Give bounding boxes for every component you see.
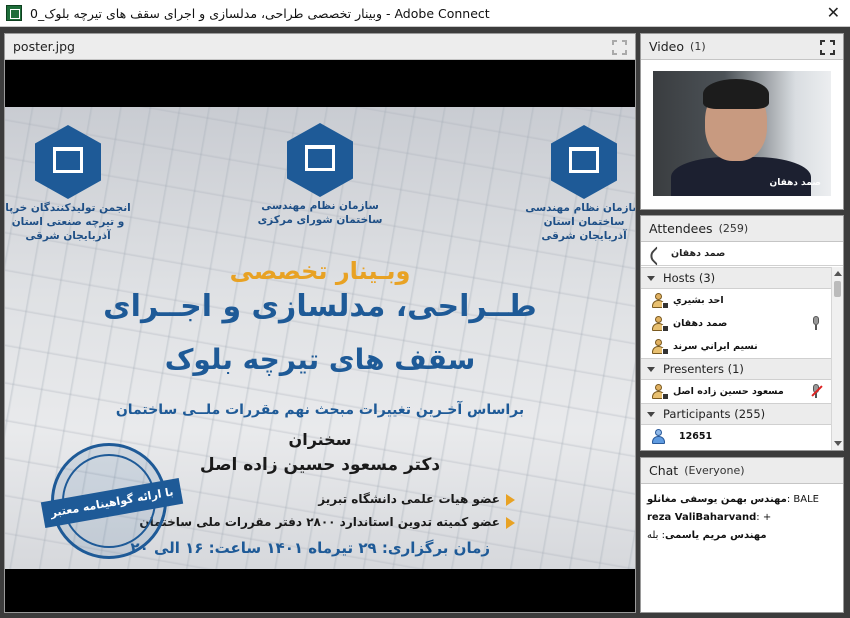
video-pod-header: Video (1): [641, 34, 843, 60]
certificate-seal-icon: با ارائه گواهینامه معتبر: [40, 443, 184, 559]
logo-right-caption: سازمان نظام مهندسی ساختمان استان آذربایج…: [525, 202, 635, 242]
presenter-hair: [703, 79, 769, 109]
list-item[interactable]: مسعود حسين زاده اصل: [641, 380, 831, 403]
scroll-down-icon[interactable]: [834, 441, 842, 446]
chat-pod-title: Chat: [649, 463, 679, 478]
chat-message-list: مهندس بهمن یوسفی مغانلو: BALE reza ValiB…: [641, 484, 843, 544]
fullscreen-icon[interactable]: [820, 40, 835, 55]
chat-pod-header: Chat (Everyone): [641, 458, 843, 484]
chat-message: reza ValiBaharvand: +: [647, 512, 772, 523]
logo-left-caption: انجمن تولیدکنندگان خرپا و تیرچه صنعتی اس…: [5, 202, 131, 242]
chat-message: مهندس بهمن یوسفی مغانلو: BALE: [647, 494, 819, 505]
poster-date: زمان برگزاری: ۲۹ تیرماه ۱۴۰۱ ساعت: ۱۶ ال…: [130, 539, 490, 557]
attendee-scrollbar[interactable]: [831, 267, 843, 450]
host-person-icon: [651, 316, 669, 332]
video-pod-title: Video: [649, 39, 685, 54]
window-titlebar: وبینار تخصصی طراحی، مدلسازی و اجرای سقف …: [0, 0, 850, 27]
poster-image: انجمن تولیدکنندگان خرپا و تیرچه صنعتی اس…: [5, 107, 635, 569]
list-item[interactable]: نسيم ايراني سرند: [641, 335, 831, 358]
video-presenter-name: صمد دهقان: [769, 178, 821, 188]
share-pod-title: poster.jpg: [13, 39, 75, 54]
group-hosts[interactable]: Hosts (3): [641, 267, 831, 289]
poster-title-line2: سقف های تیرچه بلوک: [164, 343, 476, 376]
logo-center-icon: [287, 123, 353, 197]
video-count: (1): [690, 40, 706, 53]
muted-microphone-icon: [809, 384, 823, 399]
poster-basis: براساس آخـرین تغییرات مبحث نهم مقررات مل…: [115, 402, 525, 418]
share-pod: poster.jpg انجمن تولیدکنندگان خرپا و تیر…: [4, 33, 636, 613]
chat-scope: (Everyone): [684, 464, 745, 477]
chat-message: مهندس مریم یاسمی: بله: [647, 530, 767, 541]
group-participants[interactable]: Participants (255): [641, 403, 831, 425]
presenter-body: [671, 157, 811, 196]
bullet-triangle-icon: [506, 516, 515, 529]
list-item[interactable]: صمد دهقان: [641, 312, 831, 335]
video-feed[interactable]: صمد دهقان: [653, 71, 831, 196]
fullscreen-icon[interactable]: [612, 40, 627, 55]
collapse-triangle-icon: [647, 275, 655, 281]
video-pod: Video (1) صمد دهقان: [640, 33, 844, 210]
poster-bullet: عضو هیات علمی دانشگاه تبریز: [318, 492, 515, 506]
collapse-triangle-icon: [647, 366, 655, 372]
attendees-pod-header: Attendees (259): [641, 216, 843, 242]
participant-person-icon: [651, 429, 665, 444]
group-presenters[interactable]: Presenters (1): [641, 358, 831, 380]
poster-subtitle: وبـینار تخصصی: [229, 257, 411, 285]
host-person-icon: [651, 339, 669, 355]
logo-center-caption: سازمان نظام مهندسی ساختمان شورای مرکزی: [257, 200, 383, 226]
bullet-triangle-icon: [506, 493, 515, 506]
active-speaker-name: صمد دهقان: [671, 248, 726, 259]
host-person-icon: [651, 293, 669, 309]
phone-icon: [649, 247, 663, 261]
list-item[interactable]: 12651: [641, 425, 831, 448]
chat-pod: Chat (Everyone) مهندس بهمن یوسفی مغانلو:…: [640, 457, 844, 613]
attendees-count: (259): [718, 222, 749, 235]
window-title: وبینار تخصصی طراحی، مدلسازی و اجرای سقف …: [30, 5, 490, 21]
logo-left-icon: [35, 125, 101, 199]
window-close-button[interactable]: ✕: [827, 3, 840, 22]
active-speaker-bar: صمد دهقان: [641, 242, 843, 266]
microphone-icon: [809, 316, 823, 331]
attendees-pod-title: Attendees: [649, 221, 713, 236]
collapse-triangle-icon: [647, 411, 655, 417]
poster-bullet: عضو کمیته تدوین استاندارد ۲۸۰۰ دفتر مقرر…: [139, 515, 515, 529]
poster-title-line1: طــراحی، مدلسازی و اجــرای: [103, 289, 537, 324]
presenter-person-icon: [651, 384, 669, 400]
attendee-list: Hosts (3) احد بشيري صمد دهقان نسيم ايران…: [641, 267, 831, 450]
adobe-connect-app-icon: [6, 5, 22, 21]
list-item[interactable]: احد بشيري: [641, 289, 831, 312]
attendees-pod: Attendees (259) صمد دهقان Hosts (3) احد …: [640, 215, 844, 451]
scroll-thumb[interactable]: [834, 281, 841, 297]
logo-right-icon: [551, 125, 617, 199]
scroll-up-icon[interactable]: [834, 271, 842, 276]
share-pod-header: poster.jpg: [5, 34, 635, 60]
